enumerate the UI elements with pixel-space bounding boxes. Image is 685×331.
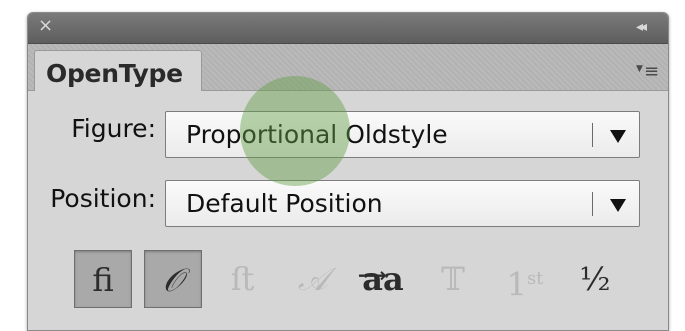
panel-menu-icon[interactable]: ▼ ≡ [636,61,660,82]
contextual-alternates-icon: 𝒪 [162,261,184,299]
position-value: Default Position [186,189,383,218]
dropdown-arrow-icon[interactable] [610,130,626,143]
ligature-st-icon: ﬅ [230,260,256,298]
swash-button[interactable]: 𝒜 [284,250,342,308]
panel-titlebar[interactable]: × ◂◂ [28,13,668,44]
ordinals-button[interactable]: 1st [490,250,560,308]
titling-t-icon: 𝕋 [441,260,465,298]
dropdown-divider [592,123,593,147]
ligature-fi-icon: ﬁ [92,261,114,299]
close-icon[interactable]: × [38,17,56,35]
tab-bar: OpenType ▼ ≡ [28,44,668,91]
fraction-half-icon: ½ [579,260,611,298]
figure-dropdown[interactable]: Proportional Oldstyle [165,111,640,158]
standard-ligatures-button[interactable]: ﬁ [74,250,132,308]
dropdown-arrow-icon[interactable] [610,199,626,212]
opentype-panel: × ◂◂ OpenType ▼ ≡ Figure: Proportional O… [27,12,669,331]
menu-lines-icon: ≡ [644,61,660,82]
swash-a-icon: 𝒜 [297,260,329,298]
position-dropdown[interactable]: Default Position [165,180,640,227]
titling-alternates-button[interactable]: 𝕋 [424,250,482,308]
figure-label: Figure: [71,114,156,143]
tab-label: OpenType [46,59,183,88]
stylistic-alternates-icon: ⟶ aa [358,260,404,298]
contextual-alternates-button[interactable]: 𝒪 [144,250,202,308]
dropdown-divider [592,192,593,216]
fractions-button[interactable]: ½ [566,250,624,308]
triangle-down-icon: ▼ [636,64,643,74]
stylistic-alternates-button[interactable]: ⟶ aa [354,250,412,308]
ordinal-1st-icon: 1st [506,265,544,304]
double-chevron-left-icon[interactable]: ◂◂ [636,18,658,36]
figure-value: Proportional Oldstyle [186,120,448,149]
discretionary-ligatures-button[interactable]: ﬅ [214,250,272,308]
tab-opentype[interactable]: OpenType [34,50,202,91]
position-label: Position: [50,184,156,213]
